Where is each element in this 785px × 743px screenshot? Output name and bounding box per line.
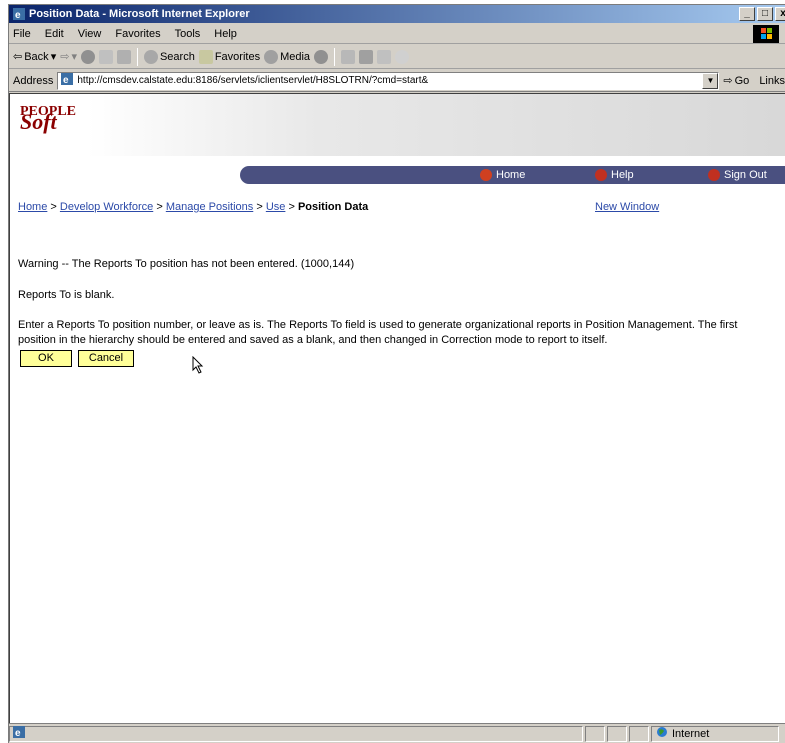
edit-icon[interactable]: [377, 49, 392, 64]
menu-bar: File Edit View Favorites Tools Help: [9, 24, 785, 44]
svg-text:e: e: [15, 728, 21, 739]
menu-tools[interactable]: Tools: [175, 28, 201, 40]
reports-to-blank-message: Reports To is blank.: [18, 289, 115, 301]
address-label: Address: [13, 74, 54, 87]
title-bar: e Position Data - Microsoft Internet Exp…: [9, 5, 785, 23]
forward-arrow-icon: ⇨: [60, 51, 70, 63]
breadcrumb-manage-positions[interactable]: Manage Positions: [166, 201, 253, 213]
status-cell: [585, 725, 605, 742]
address-url: http://cmsdev.calstate.edu:8186/servlets…: [77, 75, 429, 86]
help-link[interactable]: Help: [595, 166, 634, 184]
search-button[interactable]: Search: [143, 49, 195, 64]
warning-message: Warning -- The Reports To position has n…: [18, 258, 355, 270]
maximize-button[interactable]: □: [757, 7, 773, 21]
sign-out-link[interactable]: Sign Out: [708, 166, 767, 184]
address-input[interactable]: e http://cmsdev.calstate.edu:8186/servle…: [57, 71, 720, 90]
breadcrumb-current: Position Data: [297, 201, 369, 213]
globe-icon: [656, 726, 668, 741]
back-button[interactable]: ⇦ Back ▾: [13, 50, 57, 64]
peoplesoft-banner: PEOPLE Soft: [10, 94, 785, 156]
cancel-button[interactable]: Cancel: [78, 350, 134, 367]
explanation-line-1: Enter a Reports To position number, or l…: [18, 319, 738, 331]
home-link[interactable]: Home: [480, 166, 525, 184]
status-cell: [607, 725, 627, 742]
menu-help[interactable]: Help: [214, 28, 237, 40]
media-button[interactable]: Media: [264, 49, 310, 64]
ie-icon: e: [12, 7, 26, 21]
discuss-icon[interactable]: [395, 49, 410, 64]
ok-button[interactable]: OK: [20, 350, 72, 367]
go-arrow-icon: ⇨: [723, 75, 733, 87]
breadcrumb-use[interactable]: Use: [266, 201, 286, 213]
explanation-line-2: position in the hierarchy should be ente…: [18, 334, 608, 346]
browser-window: e Position Data - Microsoft Internet Exp…: [8, 4, 785, 743]
menu-view[interactable]: View: [78, 28, 102, 40]
svg-text:e: e: [63, 75, 69, 86]
help-icon: [595, 169, 607, 181]
go-button[interactable]: ⇨ Go: [723, 74, 749, 88]
home-icon[interactable]: [116, 49, 131, 64]
status-cell: [629, 725, 649, 742]
mouse-pointer-icon: [192, 355, 204, 377]
peoplesoft-logo: PEOPLE Soft: [20, 104, 77, 134]
address-dropdown-button[interactable]: ▼: [702, 72, 719, 89]
minimize-button[interactable]: _: [739, 7, 755, 21]
breadcrumb-home[interactable]: Home: [18, 201, 47, 213]
page-status-icon: e: [12, 725, 26, 742]
window-title: Position Data - Microsoft Internet Explo…: [29, 8, 250, 20]
menu-favorites[interactable]: Favorites: [115, 28, 160, 40]
print-icon[interactable]: [359, 49, 374, 64]
refresh-icon[interactable]: [98, 49, 113, 64]
links-button[interactable]: Links: [759, 75, 785, 87]
menu-edit[interactable]: Edit: [45, 28, 64, 40]
back-arrow-icon: ⇦: [13, 51, 23, 63]
favorites-icon: [198, 49, 213, 64]
dropdown-arrow-icon: ▾: [71, 51, 77, 63]
history-icon[interactable]: [314, 49, 329, 64]
breadcrumb: Home > Develop Workforce > Manage Positi…: [18, 201, 369, 213]
status-bar: e Internet: [9, 723, 785, 743]
page-content: PEOPLE Soft Home Help Sign Out Home > De…: [9, 93, 785, 723]
stop-icon[interactable]: [80, 49, 95, 64]
standard-toolbar: ⇦ Back ▾ ⇨ ▾ Search Favorites Media: [9, 45, 785, 69]
windows-logo-icon: [753, 25, 779, 43]
forward-button[interactable]: ⇨ ▾: [60, 50, 77, 63]
menu-file[interactable]: File: [13, 28, 31, 40]
security-zone: Internet: [651, 725, 779, 742]
status-text-cell: e: [9, 725, 583, 742]
address-bar: Address e http://cmsdev.calstate.edu:818…: [9, 70, 785, 92]
toolbar-separator: [136, 47, 138, 66]
new-window-link[interactable]: New Window: [595, 201, 659, 213]
page-icon: e: [60, 73, 74, 89]
favorites-button[interactable]: Favorites: [198, 49, 260, 64]
sign-out-icon: [708, 169, 720, 181]
svg-text:e: e: [15, 10, 21, 21]
breadcrumb-develop-workforce[interactable]: Develop Workforce: [60, 201, 153, 213]
close-button[interactable]: x: [775, 7, 785, 21]
toolbar-separator: [334, 47, 336, 66]
mail-icon[interactable]: [341, 49, 356, 64]
home-icon: [480, 169, 492, 181]
media-icon: [264, 49, 279, 64]
search-icon: [143, 49, 158, 64]
dropdown-arrow-icon: ▾: [50, 51, 57, 63]
